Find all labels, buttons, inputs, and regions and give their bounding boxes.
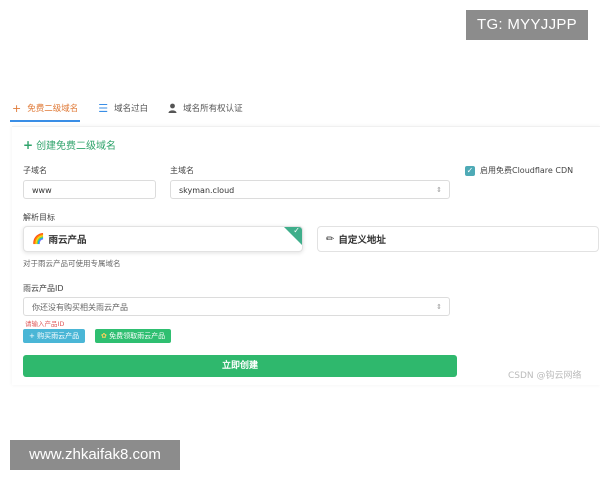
subdomain-input[interactable]: www: [23, 180, 156, 199]
product-id-select[interactable]: 你还没有购买相关雨云产品 ⇕: [23, 297, 450, 316]
domain-label: 主域名: [170, 166, 194, 175]
csdn-watermark: CSDN @钩云网络: [508, 371, 582, 381]
check-icon: ✓: [293, 226, 300, 235]
target-option-label: 自定义地址: [338, 235, 386, 246]
cdn-checkbox[interactable]: ✓ 启用免费Cloudflare CDN: [465, 165, 573, 176]
domain-value: skyman.cloud: [179, 186, 235, 195]
target-hint: 对于雨云产品可使用专属域名: [23, 259, 121, 268]
tab-bar: + 免费二级域名 ☰ 域名过白 域名所有权认证: [9, 98, 263, 122]
plus-icon: +: [23, 138, 34, 152]
subdomain-label: 子域名: [23, 166, 47, 175]
create-subdomain-panel: + 创建免费二级域名 子域名 www 主域名 skyman.cloud ⇕ ✓ 启…: [12, 126, 600, 385]
list-icon: ☰: [98, 101, 109, 115]
domain-select[interactable]: skyman.cloud ⇕: [170, 180, 450, 199]
rainbow-icon: 🌈: [32, 233, 45, 245]
buy-product-button[interactable]: + 购买雨云产品: [23, 329, 86, 343]
target-option-rainyun[interactable]: 🌈 雨云产品 ✓: [23, 226, 303, 252]
cdn-checkbox-label: 启用免费Cloudflare CDN: [480, 166, 574, 175]
checkbox-checked-icon: ✓: [465, 165, 475, 176]
gift-icon: ✿: [101, 332, 107, 340]
site-watermark: www.zhkaifak8.com: [10, 440, 180, 470]
tg-watermark: TG: MYYJJPP: [466, 10, 588, 40]
section-title-text: 创建免费二级域名: [36, 141, 117, 152]
tab-domain-ownership[interactable]: 域名所有权认证: [168, 98, 243, 118]
chevron-updown-icon: ⇕: [436, 303, 442, 311]
tab-label: 域名过白: [114, 104, 149, 114]
target-option-label: 雨云产品: [48, 235, 87, 246]
free-product-label: 免费领取雨云产品: [109, 332, 166, 340]
user-icon: [168, 103, 177, 113]
chevron-updown-icon: ⇕: [436, 186, 442, 194]
pen-icon: ✏: [326, 233, 335, 245]
tab-free-subdomain[interactable]: + 免费二级域名: [9, 98, 81, 122]
create-button[interactable]: 立即创建: [23, 355, 457, 377]
product-id-error: 请输入产品ID: [25, 320, 65, 328]
plus-icon: +: [12, 101, 22, 115]
section-title: + 创建免费二级域名: [23, 137, 116, 152]
tab-label: 免费二级域名: [27, 104, 79, 114]
tab-domain-whitelist[interactable]: ☰ 域名过白: [98, 98, 148, 118]
target-option-custom[interactable]: ✏ 自定义地址: [317, 226, 599, 252]
free-product-button[interactable]: ✿ 免费领取雨云产品: [95, 329, 172, 343]
target-label: 解析目标: [23, 213, 55, 222]
product-id-label: 雨云产品ID: [23, 284, 64, 293]
product-id-placeholder: 你还没有购买相关雨云产品: [32, 303, 128, 312]
tab-label: 域名所有权认证: [183, 104, 243, 114]
